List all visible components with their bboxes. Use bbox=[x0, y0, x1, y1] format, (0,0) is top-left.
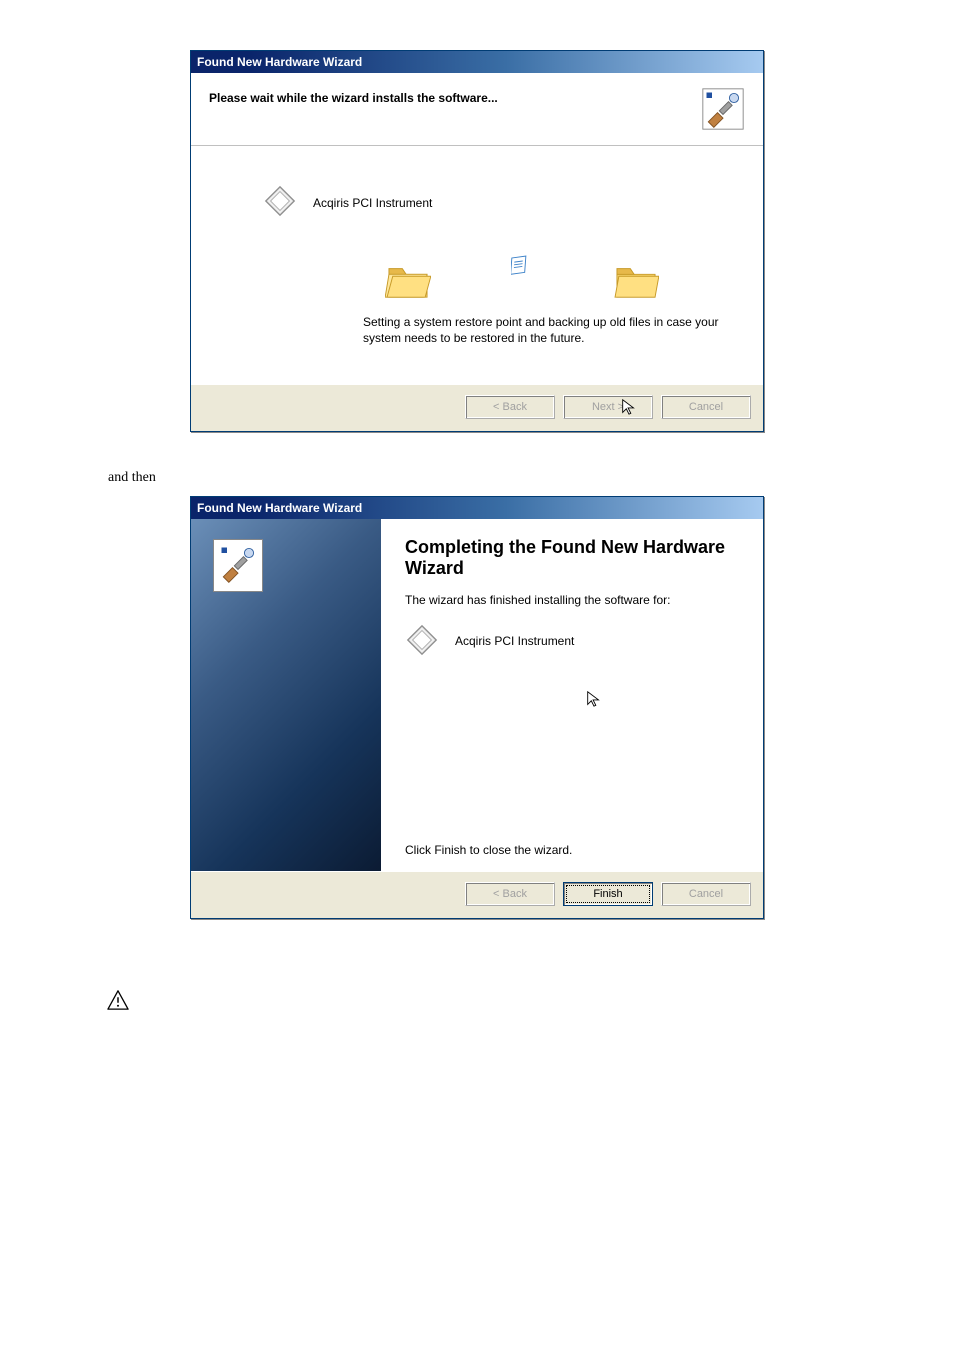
back-button: < Back bbox=[465, 882, 555, 906]
next-button: Next > bbox=[563, 395, 653, 419]
finish-button[interactable]: Finish bbox=[563, 882, 653, 906]
page-title: Please wait while the wizard installs th… bbox=[209, 87, 498, 105]
device-row: Acqiris PCI Instrument bbox=[405, 623, 739, 660]
titlebar: Found New Hardware Wizard bbox=[191, 51, 763, 73]
titlebar: Found New Hardware Wizard bbox=[191, 497, 763, 519]
folder-target-icon bbox=[613, 261, 659, 304]
device-row: Acqiris PCI Instrument bbox=[263, 184, 741, 221]
intermediate-text: and then bbox=[108, 470, 954, 486]
completion-subtext: The wizard has finished installing the s… bbox=[405, 593, 739, 607]
device-icon bbox=[263, 184, 297, 221]
warning-icon bbox=[106, 989, 954, 1014]
wizard-icon bbox=[701, 87, 745, 131]
cancel-button: Cancel bbox=[661, 882, 751, 906]
wizard-icon bbox=[213, 539, 263, 592]
folder-source-icon bbox=[385, 261, 431, 304]
completion-heading: Completing the Found New Hardware Wizard bbox=[405, 537, 739, 578]
cursor-icon bbox=[585, 690, 739, 711]
window-title: Found New Hardware Wizard bbox=[197, 501, 362, 515]
copy-animation bbox=[303, 261, 741, 304]
wizard-sidebar bbox=[191, 519, 381, 871]
dialog-body: Acqiris PCI Instrument bbox=[191, 146, 763, 384]
back-button: < Back bbox=[465, 395, 555, 419]
device-icon bbox=[405, 623, 439, 660]
hardware-wizard-dialog-installing: Found New Hardware Wizard Please wait wh… bbox=[190, 50, 764, 432]
status-text: Setting a system restore point and backi… bbox=[363, 314, 741, 346]
window-title: Found New Hardware Wizard bbox=[197, 55, 362, 69]
device-label: Acqiris PCI Instrument bbox=[455, 634, 574, 648]
button-bar: < Back Finish Cancel bbox=[191, 871, 763, 918]
main-column: Completing the Found New Hardware Wizard… bbox=[381, 519, 763, 871]
header-row: Please wait while the wizard installs th… bbox=[191, 73, 763, 146]
device-label: Acqiris PCI Instrument bbox=[313, 196, 432, 210]
close-instruction: Click Finish to close the wizard. bbox=[405, 843, 739, 857]
button-bar: < Back Next > Cancel bbox=[191, 384, 763, 431]
hardware-wizard-dialog-complete: Found New Hardware Wizard bbox=[190, 496, 764, 919]
cursor-icon bbox=[620, 398, 638, 419]
cancel-button: Cancel bbox=[661, 395, 751, 419]
flying-document-icon bbox=[511, 254, 533, 279]
